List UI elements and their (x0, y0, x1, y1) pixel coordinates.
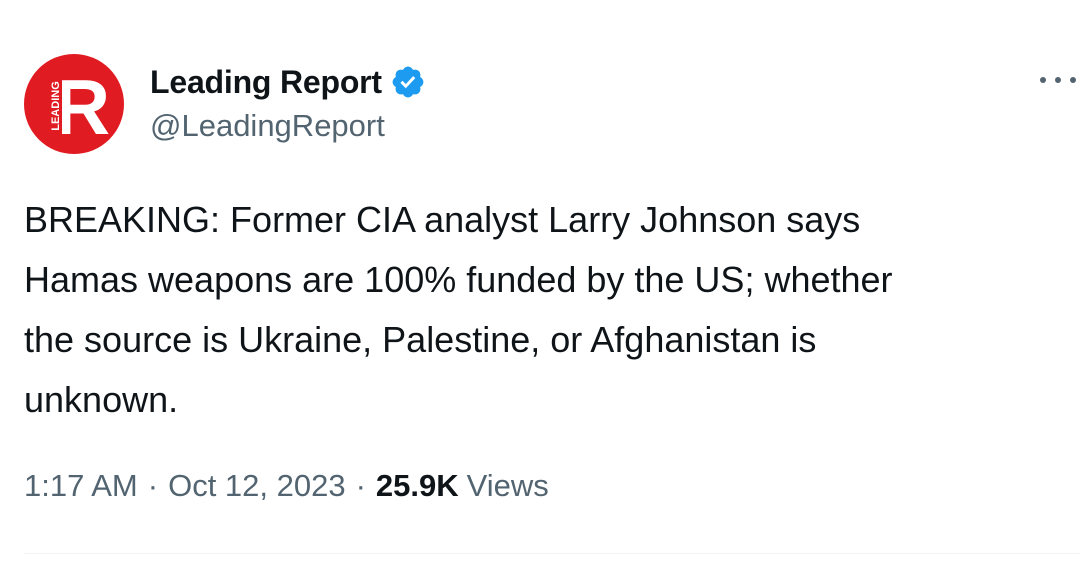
verified-badge-icon (392, 66, 424, 98)
more-dot (1055, 77, 1061, 83)
tweet-card: R LEADING Leading Report @LeadingReport … (0, 0, 1080, 566)
tweet-meta: 1:17 AM · Oct 12, 2023 · 25.9K Views (24, 466, 549, 506)
avatar[interactable]: R LEADING (24, 54, 124, 154)
more-options-icon[interactable] (1040, 66, 1076, 94)
avatar-text: LEADING (50, 81, 62, 131)
divider (24, 553, 1080, 554)
tweet-time[interactable]: 1:17 AM (24, 468, 138, 504)
tweet-date[interactable]: Oct 12, 2023 (168, 468, 346, 504)
meta-separator: · (147, 468, 159, 503)
meta-separator: · (355, 468, 366, 503)
author-handle[interactable]: @LeadingReport (150, 108, 385, 144)
tweet-text: BREAKING: Former CIA analyst Larry Johns… (24, 199, 893, 420)
more-dot (1040, 77, 1046, 83)
leading-report-logo-icon: R LEADING (24, 54, 124, 154)
avatar-letter: R (54, 63, 110, 151)
views-count: 25.9K (375, 468, 459, 503)
author-display-name[interactable]: Leading Report (150, 64, 382, 101)
more-dot (1070, 77, 1076, 83)
author-name-row: Leading Report (150, 60, 426, 104)
views-label: Views (466, 468, 549, 503)
